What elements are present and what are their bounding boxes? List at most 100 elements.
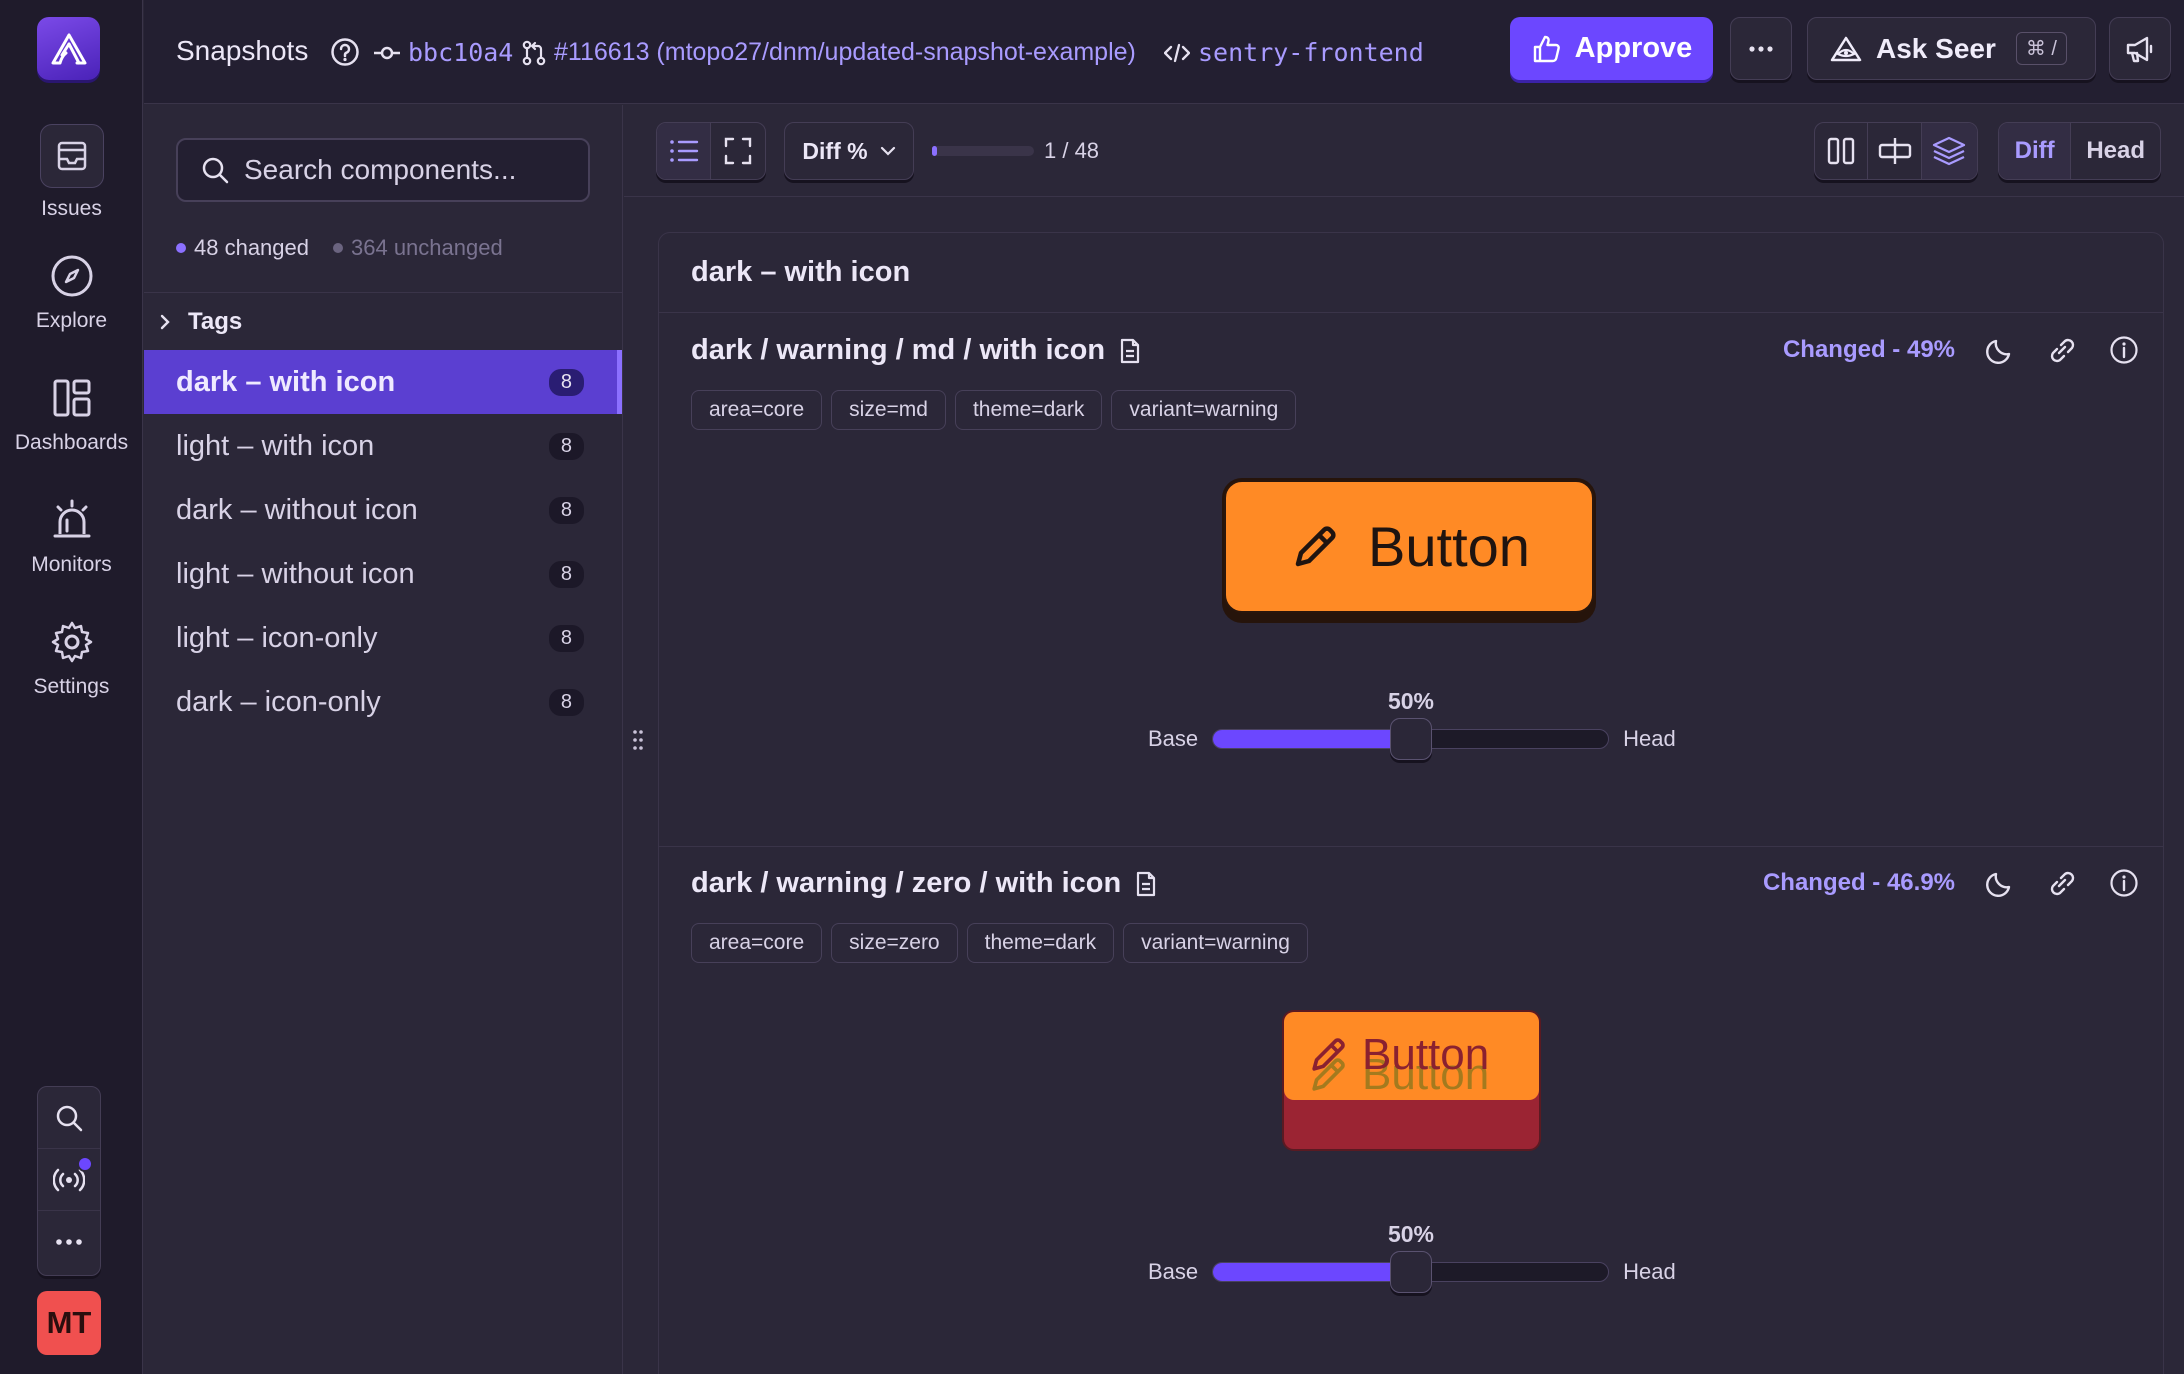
info-icon[interactable] [2109, 868, 2139, 898]
tags-label: Tags [188, 308, 243, 335]
pull-request-link[interactable]: #116613 (mtopo27/dnm/updated-snapshot-ex… [522, 38, 1136, 67]
global-search-button[interactable] [38, 1087, 100, 1149]
notification-dot [77, 1156, 93, 1172]
nav-item-explore[interactable]: Explore [0, 252, 143, 333]
diff-sort-dropdown[interactable]: Diff % [784, 122, 914, 180]
split-view-button[interactable] [1868, 123, 1922, 179]
component-label: light – without icon [176, 557, 415, 590]
tag-chip: area=core [691, 923, 823, 963]
fullscreen-button[interactable] [711, 123, 765, 179]
nav-item-monitors[interactable]: Monitors [0, 496, 143, 577]
preview-button-label: Button [1368, 515, 1530, 578]
tag-chip: size=zero [831, 923, 958, 963]
more-button[interactable] [38, 1211, 100, 1273]
chevron-right-icon [160, 314, 170, 330]
opacity-slider: 50% Base Head [659, 688, 2163, 760]
link-icon[interactable] [2045, 333, 2079, 367]
snapshot-progress [932, 146, 1034, 156]
component-label: light – icon-only [176, 621, 378, 654]
slider-row: Base Head [1148, 1251, 1676, 1293]
sentry-logo[interactable] [37, 17, 100, 80]
list-item[interactable]: dark – icon-only 8 [144, 670, 622, 734]
avatar[interactable]: MT [37, 1291, 101, 1355]
opacity-slider: 50% Base Head [659, 1221, 2163, 1293]
file-icon[interactable] [1119, 338, 1141, 364]
approve-button[interactable]: Approve [1510, 17, 1713, 80]
slider-thumb[interactable] [1389, 718, 1432, 760]
ellipsis-icon [56, 1239, 82, 1245]
ellipsis-icon [1749, 45, 1773, 52]
snapshot-preview: Button [1222, 478, 1596, 623]
commit-icon [374, 46, 400, 59]
change-counts: 48 changed 364 unchanged [176, 235, 503, 261]
search-input[interactable] [244, 154, 564, 186]
side-by-side-button[interactable] [1815, 123, 1869, 179]
slider-track[interactable] [1212, 718, 1610, 760]
list-item[interactable]: light – with icon 8 [144, 414, 622, 478]
info-icon[interactable] [2109, 335, 2139, 365]
help-icon[interactable] [330, 37, 360, 67]
changed-count-label: 48 changed [194, 235, 309, 260]
progress-fill [932, 146, 938, 156]
commit-link[interactable]: bbc10a4 [374, 38, 513, 67]
slider-track[interactable] [1212, 1251, 1610, 1293]
slider-fill [1213, 730, 1411, 748]
page-title: Snapshots [176, 35, 309, 66]
list-item[interactable]: light – icon-only 8 [144, 606, 622, 670]
slider-thumb[interactable] [1389, 1251, 1432, 1293]
nav-label: Dashboards [14, 431, 129, 454]
list-item[interactable]: dark – with icon 8 [144, 350, 622, 414]
file-icon[interactable] [1135, 871, 1157, 897]
changed-percent: Changed - 49% [1782, 336, 1955, 363]
inbox-icon [39, 124, 104, 188]
tag-chip: area=core [691, 390, 823, 430]
list-item[interactable]: light – without icon 8 [144, 542, 622, 606]
moon-icon[interactable] [1985, 335, 2015, 365]
split-icon [1878, 138, 1911, 164]
list-view-button[interactable] [657, 123, 712, 179]
tags-toggle[interactable]: Tags [158, 308, 242, 336]
nav-label: Monitors [31, 553, 112, 576]
seer-icon [1830, 36, 1862, 61]
count-badge: 8 [548, 688, 584, 716]
snapshot-actions: Changed - 49% [1783, 333, 2139, 367]
project-link[interactable]: sentry-frontend [1164, 38, 1424, 67]
nav-item-settings[interactable]: Settings [0, 618, 143, 699]
sentry-logo-icon [51, 33, 86, 64]
base-label: Base [1148, 726, 1199, 751]
overlay-view-button[interactable] [1921, 123, 1977, 179]
header-more-button[interactable] [1730, 17, 1792, 80]
whats-new-button[interactable] [2109, 17, 2171, 80]
grip-icon [633, 730, 643, 750]
nav-item-issues[interactable]: Issues [0, 124, 143, 221]
diff-sort-label: Diff % [802, 137, 868, 164]
component-label: dark – without icon [176, 493, 418, 526]
megaphone-icon [2126, 36, 2153, 62]
moon-icon[interactable] [1985, 868, 2015, 898]
snapshot-group-card: dark – with icon dark / warning / md / w… [658, 232, 2164, 1374]
ask-seer-button[interactable]: Ask Seer ⌘ / [1807, 17, 2096, 80]
search-icon [56, 1105, 83, 1131]
nav-label: Issues [41, 197, 102, 220]
nav-item-dashboards[interactable]: Dashboards [0, 374, 143, 455]
count-badge: 8 [548, 496, 584, 524]
tab-head[interactable]: Head [2071, 123, 2160, 179]
snapshot-title: dark / warning / md / with icon [691, 334, 1141, 367]
search-icon [202, 157, 229, 184]
nav-label: Explore [35, 309, 108, 332]
component-label: dark – with icon [176, 365, 396, 398]
component-sidebar: 48 changed 364 unchanged Tags dark – wit… [144, 105, 623, 1374]
snapshot-title-text: dark / warning / zero / with icon [691, 867, 1122, 899]
broadcasts-button[interactable] [38, 1149, 100, 1211]
diff-head-tabs: Diff Head [1998, 122, 2161, 180]
list-item[interactable]: dark – without icon 8 [144, 478, 622, 542]
changed-dot [176, 243, 186, 253]
search-box[interactable] [176, 138, 590, 202]
resize-handle[interactable] [632, 728, 644, 752]
link-icon[interactable] [2045, 866, 2079, 900]
snapshot-title-text: dark / warning / md / with icon [691, 334, 1106, 366]
slider-row: Base Head [1148, 718, 1676, 760]
component-label: dark – icon-only [176, 685, 381, 718]
tab-diff[interactable]: Diff [1999, 123, 2072, 179]
list-icon [669, 140, 698, 162]
